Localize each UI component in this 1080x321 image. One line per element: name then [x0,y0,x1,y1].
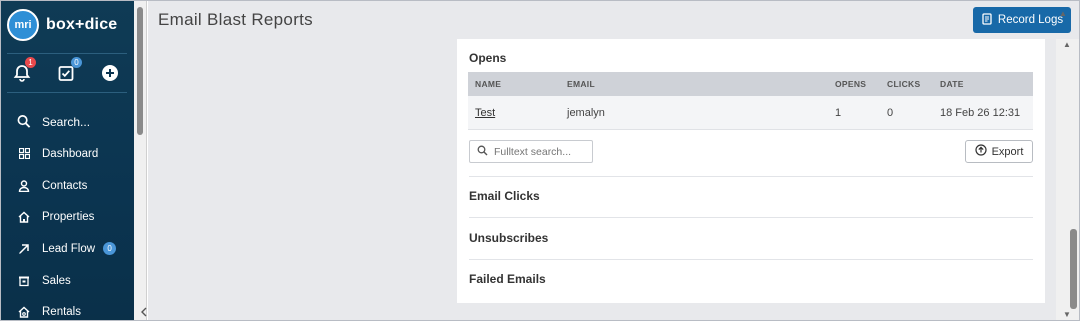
upload-circle-icon [974,144,987,159]
lead-flow-icon [17,242,31,256]
brand[interactable]: mri box+dice [7,8,117,42]
sidebar-scrollbar[interactable] [134,1,147,320]
contacts-icon [17,179,31,193]
notifications-button[interactable]: 1 [13,57,57,85]
rentals-icon [17,305,31,319]
sidebar-item-dashboard[interactable]: Dashboard [1,138,134,170]
tasks-button[interactable]: 0 [57,57,101,85]
section-divider [469,176,1033,177]
row-opens: 1 [835,106,842,119]
sidebar-item-rentals[interactable]: Rentals [1,296,134,320]
table-header: NAME EMAIL OPENS CLICKS DATE [468,72,1033,96]
row-name-link[interactable]: Test [475,107,495,119]
search-icon [477,145,488,159]
sales-icon [17,274,31,288]
sidebar-item-label: Search... [42,114,91,129]
chevron-left-icon [140,306,148,320]
report-panel: Opens NAME EMAIL OPENS CLICKS DATE Test … [457,39,1045,303]
brand-logo: mri [7,9,39,41]
sidebar-item-label: Properties [42,211,95,224]
scroll-down-icon[interactable]: ▼ [1063,310,1071,319]
main-scrollbar-thumb[interactable] [1070,229,1077,309]
row-clicks: 0 [887,106,894,119]
header-scroll-up-icon[interactable]: ▲ [1059,9,1067,18]
sidebar-scrollbar-thumb[interactable] [137,7,143,135]
scroll-up-icon[interactable]: ▲ [1063,40,1071,49]
column-header-email[interactable]: EMAIL [567,79,595,89]
section-title-failed-emails[interactable]: Failed Emails [469,272,546,286]
column-header-opens[interactable]: OPENS [835,79,866,89]
sidebar-nav: Search... Dashboard Contacts Properties [1,105,134,320]
page-title: Email Blast Reports [158,10,313,29]
row-email: jemalyn [567,106,605,119]
app-window: mri box+dice 1 0 Search... Dashboard Con… [0,0,1080,321]
sidebar-item-search[interactable]: Search... [1,105,134,138]
section-title-opens: Opens [469,51,507,65]
column-header-name[interactable]: NAME [475,79,501,89]
page-header: Email Blast Reports Record Logs [148,1,1079,39]
table-row: Test jemalyn 1 0 18 Feb 26 12:31 [468,96,1033,130]
notifications-badge: 1 [25,57,36,68]
section-title-email-clicks[interactable]: Email Clicks [469,189,540,203]
main-scrollbar[interactable]: ▲ ▼ [1056,39,1079,320]
sidebar: mri box+dice 1 0 Search... Dashboard Con… [1,1,134,320]
sidebar-divider [7,53,127,54]
column-header-clicks[interactable]: CLICKS [887,79,920,89]
sidebar-divider [7,92,127,93]
sidebar-item-contacts[interactable]: Contacts [1,170,134,202]
record-logs-button[interactable]: Record Logs [973,7,1071,33]
sidebar-item-sales[interactable]: Sales [1,265,134,297]
tasks-badge: 0 [71,57,82,68]
export-button[interactable]: Export [965,140,1033,163]
sidebar-item-label: Contacts [42,179,88,192]
opens-table: NAME EMAIL OPENS CLICKS DATE Test jemaly… [468,72,1033,130]
sidebar-item-properties[interactable]: Properties [1,201,134,233]
section-divider [469,259,1033,260]
sidebar-item-label: Rentals [42,306,81,319]
dashboard-icon [17,147,31,161]
sidebar-item-label: Dashboard [42,147,99,160]
home-icon [17,210,31,224]
brand-name: box+dice [46,16,118,33]
quick-actions: 1 0 [13,57,145,85]
record-logs-icon [981,12,993,28]
record-logs-label: Record Logs [997,14,1064,26]
fulltext-search[interactable] [469,140,593,163]
sidebar-item-label: Sales [42,274,71,287]
column-header-date[interactable]: DATE [940,79,964,89]
sidebar-item-lead-flow[interactable]: Lead Flow 0 [1,233,134,265]
lead-flow-badge: 0 [103,242,117,256]
section-divider [469,217,1033,218]
export-label: Export [991,145,1024,158]
section-title-unsubscribes[interactable]: Unsubscribes [469,231,548,245]
sidebar-item-label: Lead Flow [42,242,96,255]
search-icon [17,115,31,129]
plus-circle-icon [101,64,119,82]
row-date: 18 Feb 26 12:31 [940,106,1021,119]
fulltext-search-input[interactable] [494,145,584,158]
